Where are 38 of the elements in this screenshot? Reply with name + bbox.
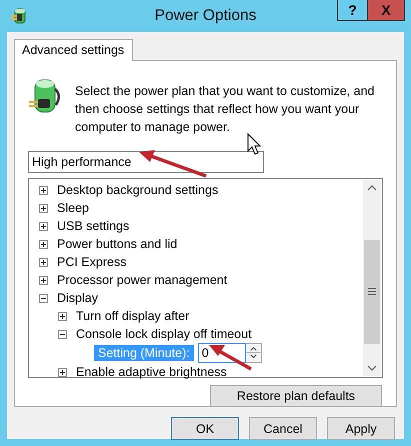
close-button[interactable]: X xyxy=(368,0,405,21)
collapse-icon[interactable] xyxy=(58,330,67,338)
expand-icon[interactable] xyxy=(39,204,48,212)
tree-item[interactable]: Desktop background settings xyxy=(55,183,220,197)
tree-item[interactable]: Display xyxy=(55,291,100,305)
power-plug-icon xyxy=(10,6,28,24)
expand-icon[interactable] xyxy=(39,258,48,266)
scrollbar[interactable] xyxy=(363,180,381,376)
tree-item[interactable]: Sleep xyxy=(55,201,91,215)
expand-icon[interactable] xyxy=(58,312,67,320)
window-title: Power Options xyxy=(154,7,256,25)
mouse-cursor-icon xyxy=(248,132,262,155)
expand-icon[interactable] xyxy=(39,222,48,230)
expand-icon[interactable] xyxy=(39,276,48,284)
scroll-up-icon[interactable] xyxy=(367,184,377,192)
tree-item[interactable]: Turn off display after xyxy=(74,309,192,323)
instruction-text: Select the power plan that you want to customize, and then choose settings that reflect how you want your computer to manage power. xyxy=(75,83,375,136)
scroll-down-icon[interactable] xyxy=(367,364,377,372)
tree-item[interactable]: Power buttons and lid xyxy=(55,237,180,251)
spin-buttons-icon[interactable] xyxy=(246,343,262,363)
tree-item[interactable]: Enable adaptive brightness xyxy=(74,365,229,379)
annotation-arrow xyxy=(139,150,207,178)
tree-item[interactable]: PCI Express xyxy=(55,255,128,269)
tree-item[interactable]: Console lock display off timeout xyxy=(74,327,254,341)
tree-item[interactable]: Processor power management xyxy=(55,273,230,287)
dialog-button[interactable]: OK xyxy=(171,417,239,440)
help-button[interactable]: ? xyxy=(337,0,368,21)
collapse-icon[interactable] xyxy=(39,294,48,302)
tree-item[interactable]: USB settings xyxy=(55,219,132,233)
expand-icon[interactable] xyxy=(39,240,48,248)
tab[interactable]: Advanced settings xyxy=(14,39,134,61)
expand-icon[interactable] xyxy=(39,186,48,194)
power-plan-dropdown[interactable]: High performance xyxy=(28,151,264,173)
scroll-thumb[interactable] xyxy=(364,240,380,344)
dialog-button[interactable]: Apply xyxy=(327,417,395,440)
restore-defaults-button[interactable]: Restore plan defaults xyxy=(210,385,382,407)
expand-icon[interactable] xyxy=(58,368,67,376)
dialog-button[interactable]: Cancel xyxy=(249,417,317,440)
